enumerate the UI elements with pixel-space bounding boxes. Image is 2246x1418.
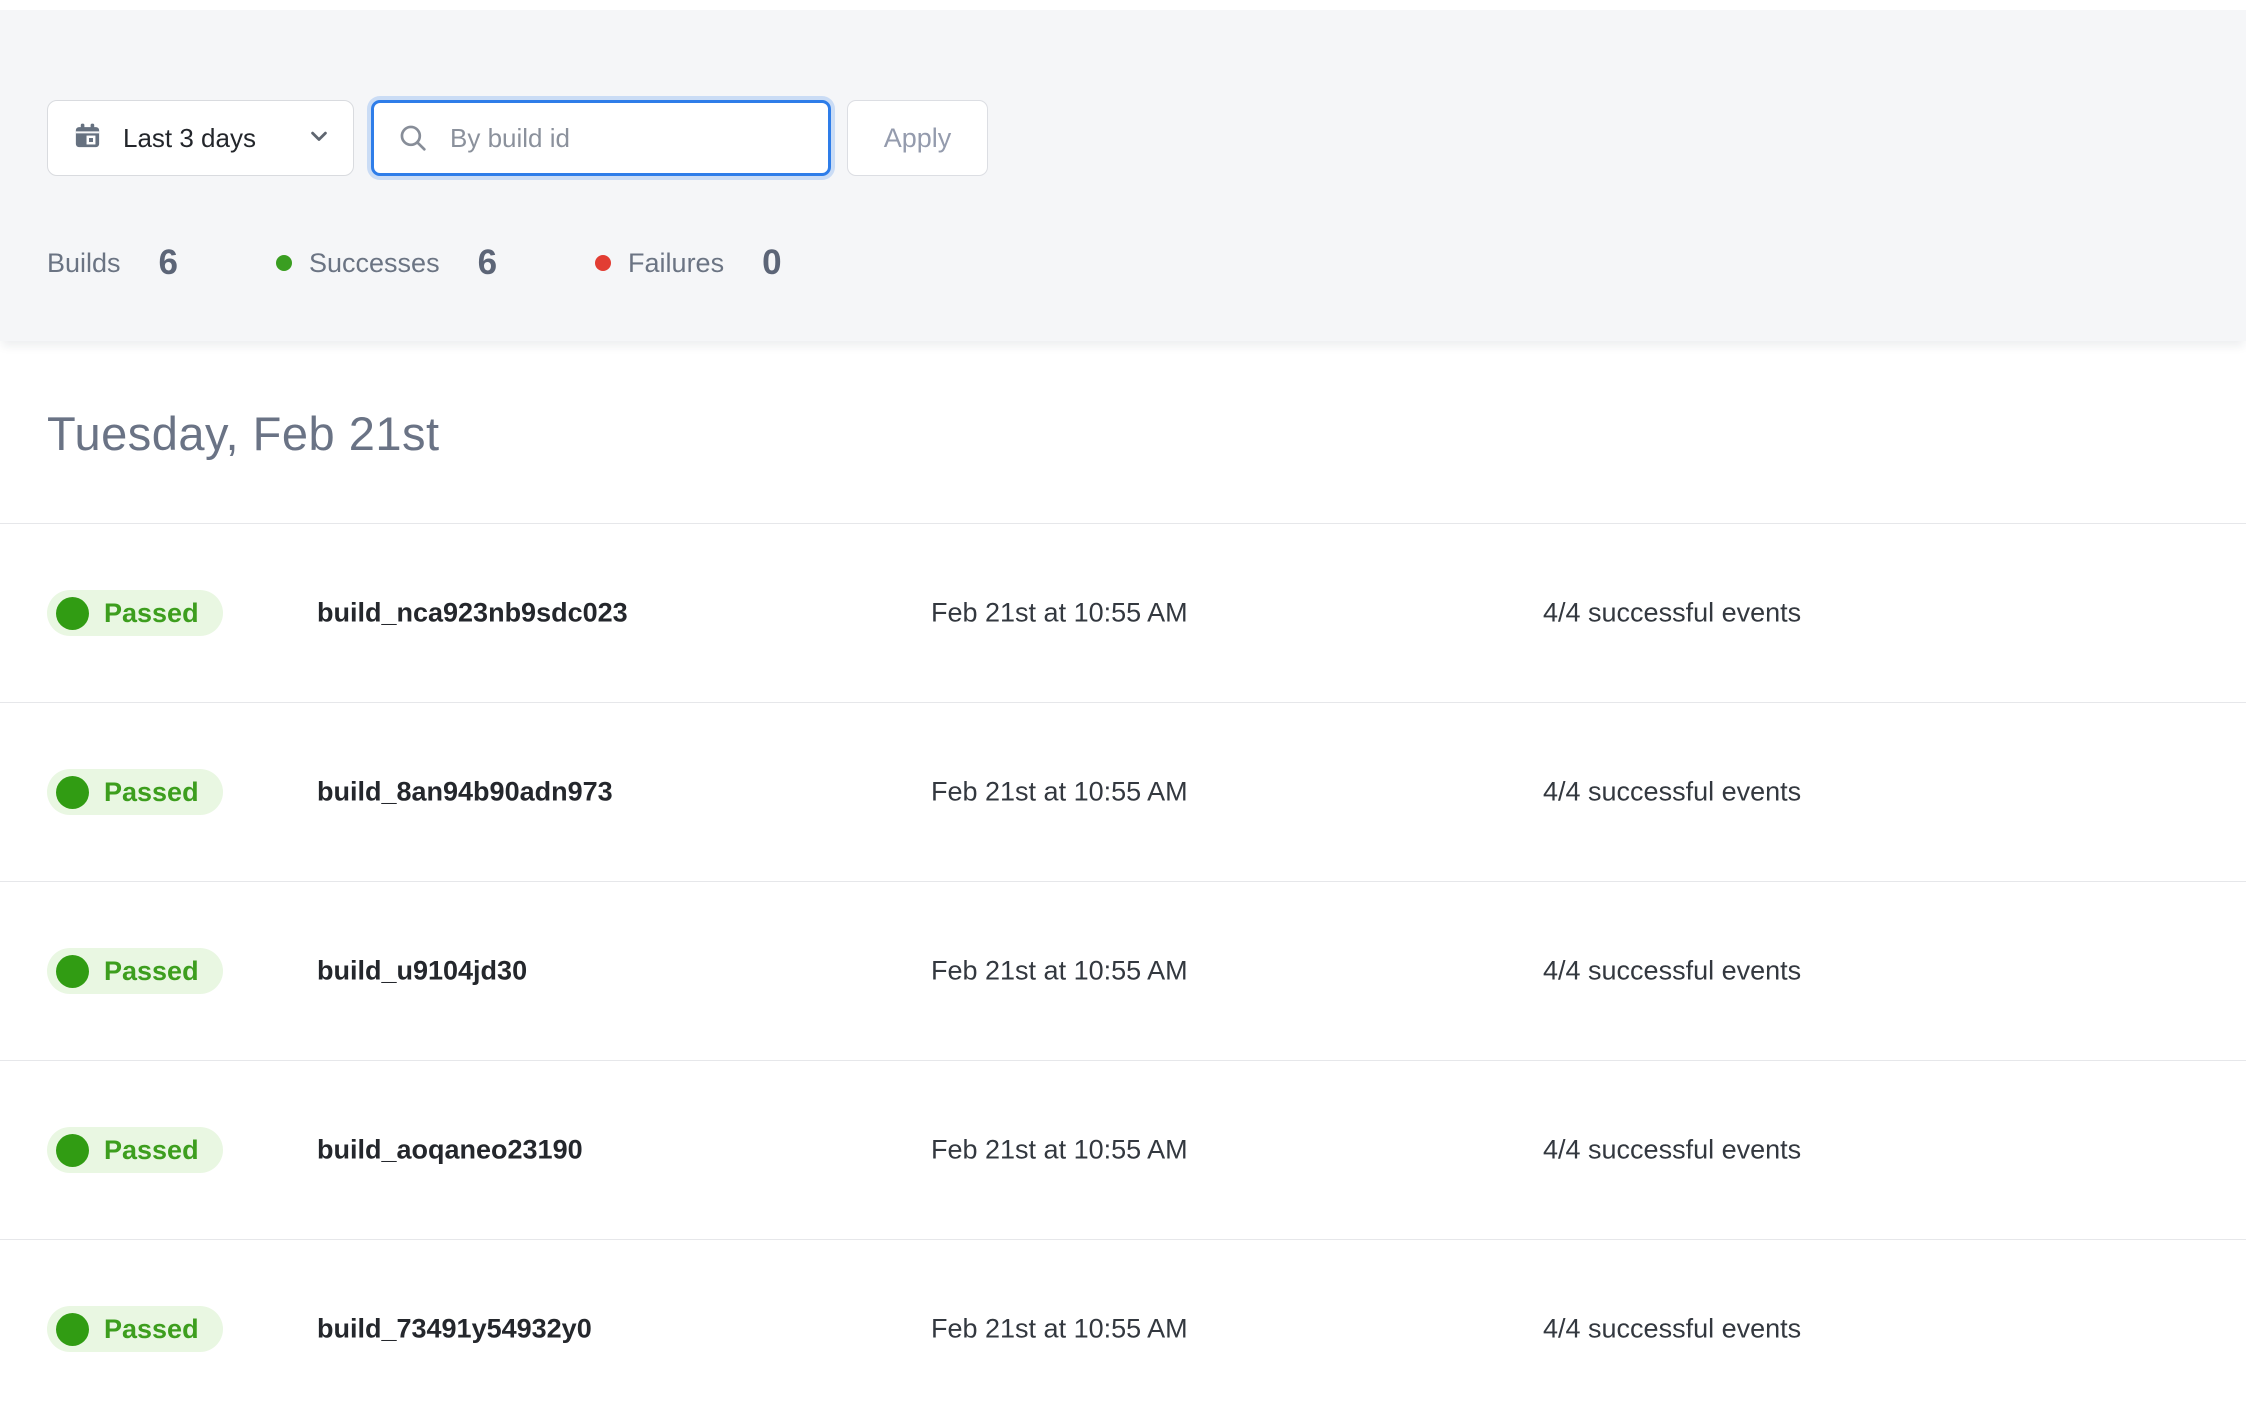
- passed-dot-icon: [56, 776, 89, 809]
- build-id: build_u9104jd30: [317, 956, 527, 987]
- status-badge: Passed: [47, 590, 223, 636]
- filter-header-panel: Last 3 days Apply Builds 6 S: [0, 10, 2246, 341]
- build-events-summary: 4/4 successful events: [1543, 1314, 1801, 1345]
- status-label: Passed: [104, 777, 199, 808]
- failures-count: 0: [762, 243, 781, 283]
- calendar-icon: [72, 120, 103, 156]
- build-id: build_8an94b90adn973: [317, 777, 613, 808]
- failure-dot-icon: [595, 255, 611, 271]
- status-label: Passed: [104, 1135, 199, 1166]
- stat-failures: Failures 0: [595, 243, 782, 283]
- build-id: build_nca923nb9sdc023: [317, 598, 628, 629]
- build-row[interactable]: Passed build_73491y54932y0 Feb 21st at 1…: [0, 1239, 2246, 1418]
- date-range-dropdown[interactable]: Last 3 days: [47, 100, 354, 176]
- passed-dot-icon: [56, 955, 89, 988]
- builds-label: Builds: [47, 248, 121, 279]
- date-range-label: Last 3 days: [123, 123, 295, 154]
- build-timestamp: Feb 21st at 10:55 AM: [931, 598, 1188, 629]
- build-timestamp: Feb 21st at 10:55 AM: [931, 1314, 1188, 1345]
- successes-label: Successes: [309, 248, 440, 279]
- status-label: Passed: [104, 1314, 199, 1345]
- build-events-summary: 4/4 successful events: [1543, 1135, 1801, 1166]
- status-badge: Passed: [47, 1306, 223, 1352]
- build-timestamp: Feb 21st at 10:55 AM: [931, 777, 1188, 808]
- status-badge: Passed: [47, 948, 223, 994]
- build-events-summary: 4/4 successful events: [1543, 956, 1801, 987]
- build-list: Passed build_nca923nb9sdc023 Feb 21st at…: [0, 523, 2246, 1418]
- stat-builds: Builds 6: [47, 243, 178, 283]
- builds-count: 6: [159, 243, 178, 283]
- search-input[interactable]: [448, 122, 810, 155]
- build-row[interactable]: Passed build_aoqaneo23190 Feb 21st at 10…: [0, 1060, 2246, 1239]
- toolbar: Last 3 days Apply: [47, 100, 988, 176]
- apply-button[interactable]: Apply: [847, 100, 988, 176]
- success-dot-icon: [276, 255, 292, 271]
- status-badge: Passed: [47, 769, 223, 815]
- status-label: Passed: [104, 598, 199, 629]
- build-id: build_73491y54932y0: [317, 1314, 592, 1345]
- build-stats-row: Builds 6 Successes 6 Failures 0: [47, 243, 782, 283]
- build-search-field: [371, 100, 831, 176]
- passed-dot-icon: [56, 1134, 89, 1167]
- status-label: Passed: [104, 956, 199, 987]
- successes-count: 6: [478, 243, 497, 283]
- build-row[interactable]: Passed build_nca923nb9sdc023 Feb 21st at…: [0, 523, 2246, 702]
- search-icon: [396, 121, 430, 155]
- stat-successes: Successes 6: [276, 243, 497, 283]
- build-row[interactable]: Passed build_u9104jd30 Feb 21st at 10:55…: [0, 881, 2246, 1060]
- build-timestamp: Feb 21st at 10:55 AM: [931, 1135, 1188, 1166]
- build-timestamp: Feb 21st at 10:55 AM: [931, 956, 1188, 987]
- passed-dot-icon: [56, 1313, 89, 1346]
- status-badge: Passed: [47, 1127, 223, 1173]
- build-id: build_aoqaneo23190: [317, 1135, 583, 1166]
- chevron-down-icon: [305, 122, 333, 155]
- failures-label: Failures: [628, 248, 724, 279]
- build-events-summary: 4/4 successful events: [1543, 777, 1801, 808]
- build-events-summary: 4/4 successful events: [1543, 598, 1801, 629]
- passed-dot-icon: [56, 597, 89, 630]
- date-group-heading: Tuesday, Feb 21st: [47, 406, 440, 461]
- build-row[interactable]: Passed build_8an94b90adn973 Feb 21st at …: [0, 702, 2246, 881]
